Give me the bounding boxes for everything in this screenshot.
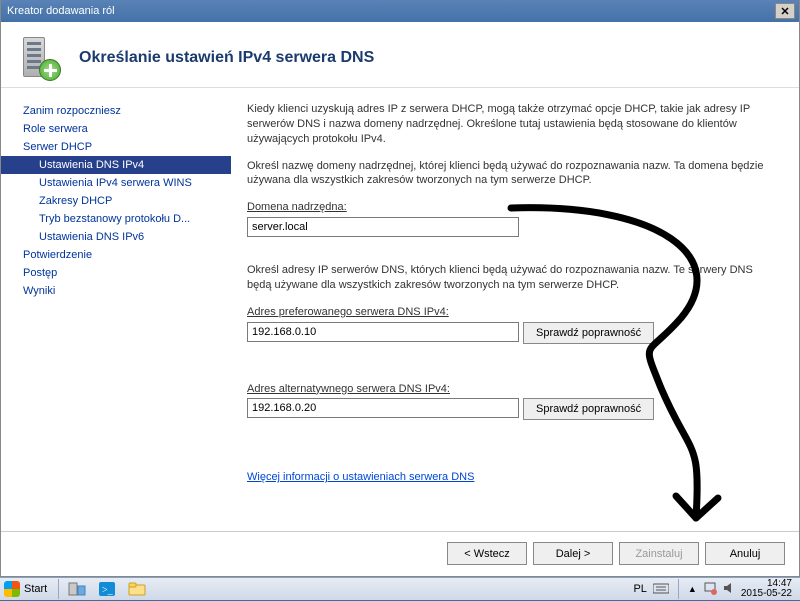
window-title: Kreator dodawania ról [5,5,775,17]
tray-clock[interactable]: 14:47 2015-05-22 [741,579,794,600]
sidebar-step[interactable]: Postęp [1,264,231,282]
alternate-dns-input[interactable] [247,398,519,418]
sidebar-step[interactable]: Role serwera [1,120,231,138]
sidebar-step[interactable]: Zanim rozpoczniesz [1,102,231,120]
sidebar-step[interactable]: Ustawienia DNS IPv4 [1,156,231,174]
parent-domain-input[interactable] [247,217,519,237]
taskbar: Start >_ PL ▲ 14:47 2015-05-22 [0,577,800,600]
clock-date: 2015-05-22 [741,589,792,600]
dns-instruction: Określ adresy IP serwerów DNS, których k… [247,263,775,293]
wizard-footer: < Wstecz Dalej > Zainstaluj Anuluj [1,531,799,575]
close-button[interactable]: ✕ [775,3,795,19]
intro-text: Kiedy klienci uzyskują adres IP z serwer… [247,102,775,147]
sidebar-step[interactable]: Ustawienia IPv4 serwera WINS [1,174,231,192]
taskbar-server-manager-icon[interactable] [62,579,92,599]
tray-keyboard-icon[interactable] [653,582,669,597]
start-button[interactable]: Start [0,578,55,601]
sidebar-step[interactable]: Zakresy DHCP [1,192,231,210]
sidebar-step[interactable]: Tryb bezstanowy protokołu D... [1,210,231,228]
back-button[interactable]: < Wstecz [447,542,527,565]
annotation-arrow [501,198,791,558]
preferred-dns-input[interactable] [247,322,519,342]
titlebar: Kreator dodawania ról ✕ [1,0,799,22]
page-title: Określanie ustawień IPv4 serwera DNS [79,49,374,67]
sidebar-step[interactable]: Potwierdzenie [1,246,231,264]
tray-lang[interactable]: PL [633,583,646,595]
taskbar-powershell-icon[interactable]: >_ [92,579,122,599]
validate-preferred-button[interactable]: Sprawdź poprawność [523,322,654,344]
next-button[interactable]: Dalej > [533,542,613,565]
taskbar-explorer-icon[interactable] [122,579,152,599]
sidebar-step[interactable]: Serwer DHCP [1,138,231,156]
sidebar-step[interactable]: Wyniki [1,282,231,300]
validate-alternate-button[interactable]: Sprawdź poprawność [523,398,654,420]
alternate-dns-label: Adres alternatywnego serwera DNS IPv4: [247,382,775,397]
install-button: Zainstaluj [619,542,699,565]
svg-text:>_: >_ [102,585,114,596]
start-label: Start [24,583,47,595]
cancel-button[interactable]: Anuluj [705,542,785,565]
add-role-icon [17,35,63,81]
tray-sound-icon[interactable] [723,582,735,597]
parent-domain-label: Domena nadrzędna: [247,200,775,215]
windows-orb-icon [4,581,20,597]
main-pane: Kiedy klienci uzyskują adres IP z serwer… [231,88,799,531]
tray-up-icon[interactable]: ▲ [688,584,697,594]
sidebar-step[interactable]: Ustawienia DNS IPv6 [1,228,231,246]
step-sidebar: Zanim rozpocznieszRole serweraSerwer DHC… [1,88,231,531]
more-info-link[interactable]: Więcej informacji o ustawieniach serwera… [247,470,474,485]
preferred-dns-label: Adres preferowanego serwera DNS IPv4: [247,305,775,320]
wizard-window: Kreator dodawania ról ✕ Określanie ustaw… [0,0,800,577]
wizard-header: Określanie ustawień IPv4 serwera DNS [1,22,799,88]
tray-network-icon[interactable] [703,581,717,598]
domain-instruction: Określ nazwę domeny nadrzędnej, której k… [247,159,775,189]
